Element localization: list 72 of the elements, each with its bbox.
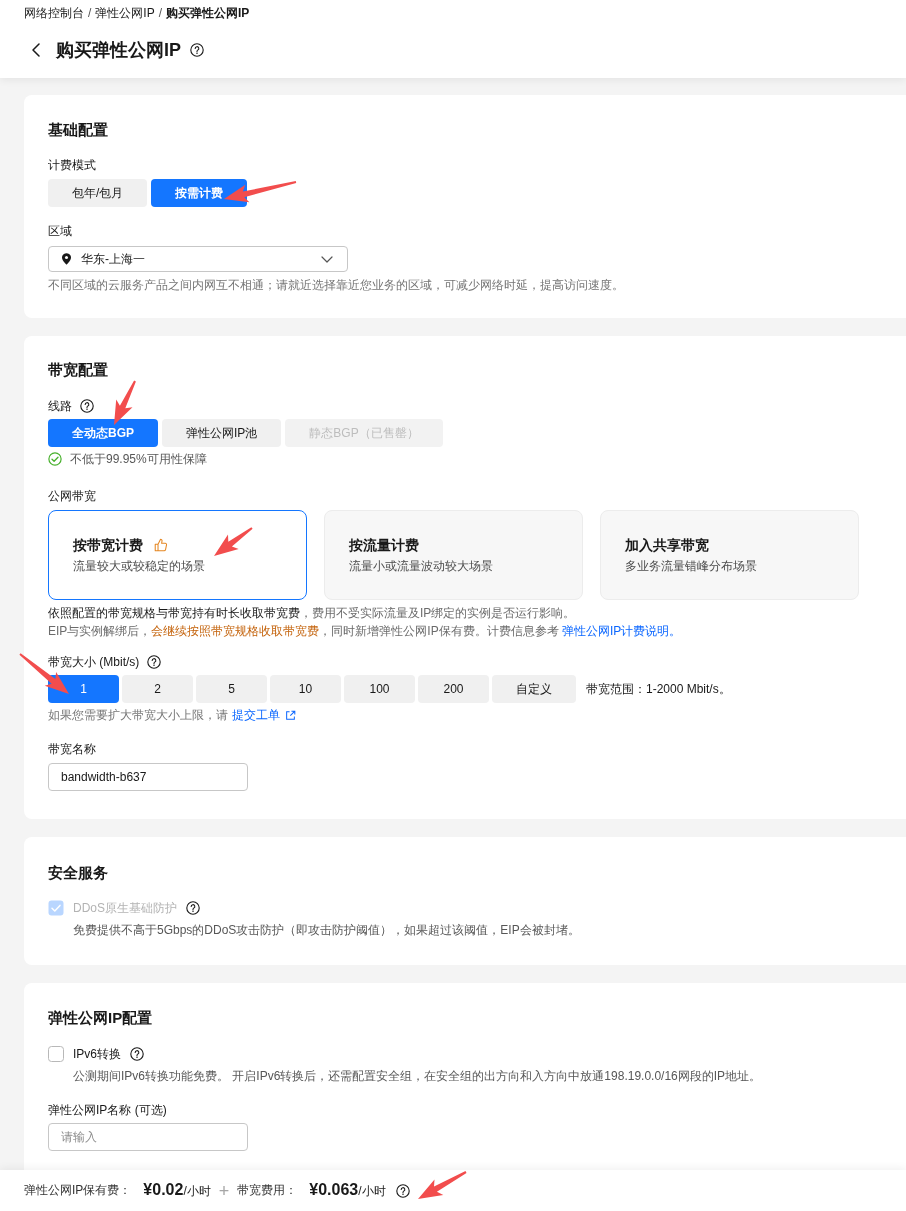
bandwidth-size-option[interactable]: 2 — [122, 675, 193, 703]
bandwidth-size-option[interactable]: 100 — [344, 675, 415, 703]
billing-plan-card[interactable]: 加入共享带宽 多业务流量错峰分布场景 — [600, 510, 859, 600]
section-title: 安全服务 — [48, 863, 108, 883]
region-hint: 不同区域的云服务产品之间内网互不相通；请就近选择靠近您业务的区域，可减少网络时延，提高访问速度。 — [48, 277, 624, 293]
page-title: 购买弹性公网IP — [56, 39, 181, 62]
help-icon[interactable] — [186, 901, 200, 915]
billing-note: 依照配置的带宽规格与带宽持有时长收取带宽费，费用不受实际流量及IP绑定的实例是否运行影响。 — [48, 605, 576, 622]
help-icon[interactable] — [190, 43, 204, 57]
breadcrumb-link[interactable]: 网络控制台 — [24, 5, 84, 21]
section-title: 弹性公网IP配置 — [48, 1008, 153, 1028]
billing-mode-option[interactable]: 包年/包月 — [48, 179, 148, 207]
fee-label: 带宽费用： — [237, 1182, 298, 1199]
help-icon[interactable] — [147, 655, 162, 669]
field-label: 区域 — [48, 223, 72, 239]
plan-description: 流量较大或较稳定的场景 — [73, 558, 205, 574]
plan-title: 加入共享带宽 — [625, 536, 709, 555]
breadcrumb-link[interactable]: 弹性公网IP — [95, 5, 155, 21]
checkbox[interactable] — [48, 1046, 64, 1062]
billing-plan-card[interactable]: 按带宽计费 流量较大或较稳定的场景 — [48, 510, 307, 600]
bandwidth-size-option[interactable]: 5 — [196, 675, 267, 703]
help-icon[interactable] — [130, 1047, 144, 1061]
bandwidth-name-input[interactable]: bandwidth-b637 — [48, 763, 248, 791]
line-type-option[interactable]: 弹性公网IP池 — [162, 419, 282, 447]
annotation-arrow — [418, 1171, 467, 1199]
field-label: 带宽名称 — [48, 741, 96, 757]
field-label: 弹性公网IP名称 (可选) — [48, 1102, 167, 1118]
field-label: 公网带宽 — [48, 488, 96, 504]
bandwidth-range-text: 带宽范围：1-2000 Mbit/s。 — [586, 680, 731, 698]
availability-note: 不低于99.95%可用性保障 — [70, 451, 207, 467]
help-icon[interactable] — [80, 399, 94, 413]
fee-price: ¥0.02/小时 — [143, 1181, 211, 1200]
check-circle-icon — [48, 452, 62, 466]
field-label: 带宽大小 (Mbit/s) — [48, 654, 140, 670]
location-pin-icon — [62, 253, 71, 265]
plan-title: 按流量计费 — [349, 536, 419, 555]
pricing-link[interactable]: 弹性公网IP计费说明。 — [562, 624, 682, 638]
line-type-option[interactable]: 全动态BGP — [48, 419, 158, 447]
region-select[interactable]: 华东-上海一 — [48, 246, 348, 272]
plan-description: 多业务流量错峰分布场景 — [625, 558, 757, 574]
eip-name-input[interactable]: 请输入 — [48, 1123, 248, 1151]
bandwidth-size-option[interactable]: 200 — [418, 675, 489, 703]
billing-note: EIP与实例解绑后，会继续按照带宽规格收取带宽费，同时新增弹性公网IP保有费。计费信息参考 弹性公网IP计费说明。 — [48, 623, 682, 640]
field-label: 计费模式 — [48, 157, 96, 173]
section-title: 带宽配置 — [48, 360, 108, 380]
chevron-down-icon — [321, 255, 333, 263]
annotation-arrow — [214, 527, 253, 556]
billing-mode-option[interactable]: 按需计费 — [151, 179, 248, 207]
bandwidth-size-option[interactable]: 10 — [270, 675, 341, 703]
fee-price: ¥0.063/小时 — [309, 1181, 386, 1200]
help-icon[interactable] — [395, 1183, 410, 1198]
billing-plan-card[interactable]: 按流量计费 流量小或流量波动较大场景 — [324, 510, 583, 600]
breadcrumb-separator: / — [158, 5, 163, 21]
size-limit-hint: 如果您需要扩大带宽大小上限，请 — [48, 707, 228, 723]
ipv6-description: 公测期间IPv6转换功能免费。 开启IPv6转换后，还需配置安全组，在安全组的出方向和入方向中放通198.19.0.0/16网段的IP地址。 — [73, 1068, 762, 1084]
checkbox-label: IPv6转换 — [73, 1046, 121, 1062]
section-title: 基础配置 — [48, 120, 108, 140]
breadcrumb-current: 购买弹性公网IP — [166, 5, 250, 21]
submit-ticket-link[interactable]: 提交工单 — [232, 707, 296, 723]
bandwidth-size-option[interactable]: 1 — [48, 675, 119, 703]
plan-description: 流量小或流量波动较大场景 — [349, 558, 493, 574]
fee-label: 弹性公网IP保有费： — [24, 1182, 132, 1199]
back-chevron-icon[interactable] — [32, 43, 40, 57]
breadcrumb-separator: / — [88, 5, 92, 21]
plan-title: 按带宽计费 — [73, 536, 143, 555]
external-link-icon — [285, 709, 296, 721]
bandwidth-size-option[interactable]: 自定义 — [492, 675, 576, 703]
checkbox-label: DDoS原生基础防护 — [73, 900, 177, 916]
plus-separator: + — [218, 1181, 230, 1200]
annotation-arrow — [114, 380, 136, 425]
ddos-description: 免费提供不高于5Gbps的DDoS攻击防护（即攻击防护阈值），如果超过该阈值，EIP会被封堵。 — [73, 922, 580, 938]
field-label: 线路 — [48, 398, 72, 414]
